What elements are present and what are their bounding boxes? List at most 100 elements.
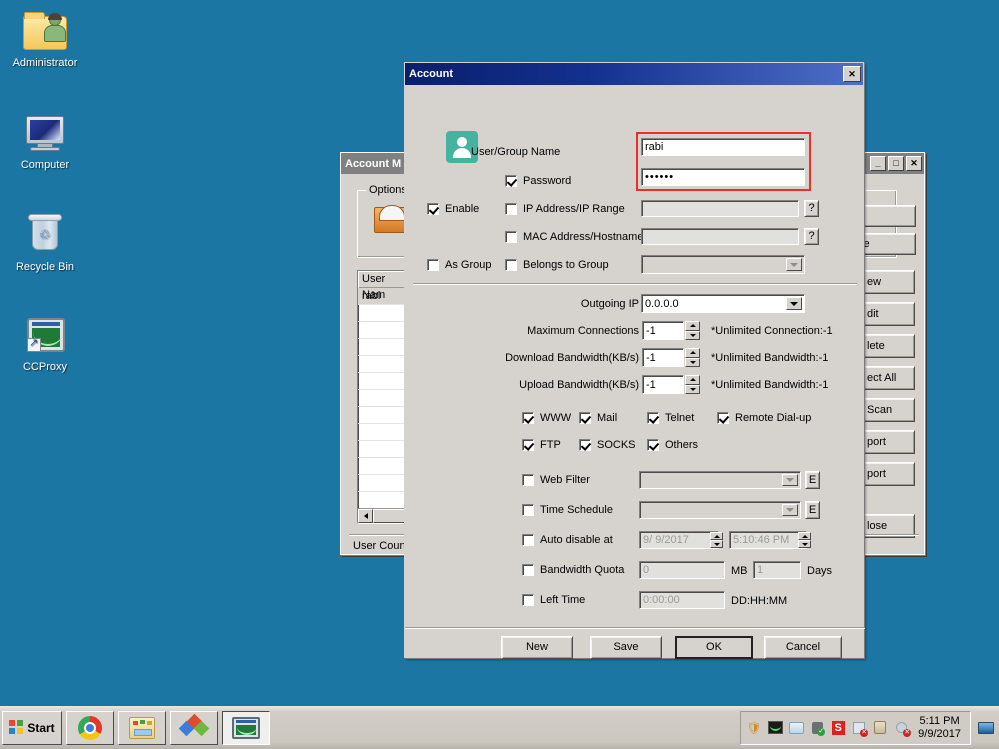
taskbar-item-paint-colors[interactable] <box>170 710 218 745</box>
user-group-name-input[interactable]: rabi <box>641 138 805 156</box>
chevron-down-icon[interactable] <box>786 297 802 310</box>
desktop-icon-administrator[interactable]: Administrator <box>0 10 90 70</box>
save-button[interactable]: Save <box>590 636 662 659</box>
auto-disable-checkbox[interactable] <box>522 534 534 546</box>
desktop-icon-ccproxy[interactable]: CCProxy <box>0 314 90 374</box>
auto-disable-checkbox-row[interactable]: Auto disable at <box>522 534 613 546</box>
clock[interactable]: 5:11 PM 9/9/2017 <box>914 715 965 741</box>
as-group-checkbox[interactable] <box>427 259 439 271</box>
web-filter-checkbox-row[interactable]: Web Filter <box>522 474 590 486</box>
password-input[interactable]: •••••• <box>641 168 805 186</box>
edit-button[interactable]: dit <box>863 302 915 326</box>
mail-checkbox[interactable] <box>579 412 591 424</box>
download-bandwidth-input[interactable]: -1 <box>642 348 684 367</box>
mac-address-checkbox-row[interactable]: MAC Address/Hostname <box>505 231 643 243</box>
volume-mute-icon[interactable]: ✕ <box>893 720 912 737</box>
mail-checkbox-row[interactable]: Mail <box>579 412 617 424</box>
spinner-down-icon[interactable] <box>685 384 700 394</box>
export-button[interactable]: port <box>863 430 915 454</box>
ccproxy-tray-icon[interactable] <box>767 720 783 736</box>
belongs-to-group-dropdown[interactable] <box>641 255 805 274</box>
bandwidth-quota-checkbox-row[interactable]: Bandwidth Quota <box>522 564 624 576</box>
spinner-up-icon[interactable] <box>710 532 723 540</box>
minimize-button[interactable]: _ <box>870 156 886 171</box>
as-group-checkbox-row[interactable]: As Group <box>427 259 491 271</box>
belongs-to-group-checkbox[interactable] <box>505 259 517 271</box>
web-filter-edit-button[interactable]: E <box>805 471 820 489</box>
bandwidth-quota-checkbox[interactable] <box>522 564 534 576</box>
mac-address-input[interactable] <box>641 228 799 245</box>
close-icon[interactable]: ✕ <box>843 66 861 82</box>
shield-icon[interactable]: 🛡 <box>746 720 762 736</box>
left-time-input[interactable]: 0:00:00 <box>639 591 725 609</box>
spinner-up-icon[interactable] <box>685 321 700 331</box>
remote-dial-up-checkbox-row[interactable]: Remote Dial-up <box>717 412 811 424</box>
chevron-down-icon[interactable] <box>782 504 798 516</box>
mac-address-checkbox[interactable] <box>505 231 517 243</box>
password-checkbox-row[interactable]: Password <box>505 175 571 187</box>
upload-bandwidth-spinner[interactable] <box>685 375 700 394</box>
system-tray[interactable]: 🛡 ✓ S ✕ ✕ 5:11 PM 9/9/2017 <box>740 710 971 745</box>
close-button[interactable]: ✕ <box>906 156 922 171</box>
auto-disable-time-spinner[interactable] <box>798 532 811 548</box>
web-filter-dropdown[interactable] <box>639 471 801 489</box>
delete-button[interactable]: lete <box>863 334 915 358</box>
desktop-icon-recycle-bin[interactable]: ♲ Recycle Bin <box>0 214 90 274</box>
max-connections-input[interactable]: -1 <box>642 321 684 340</box>
ip-address-help-button[interactable]: ? <box>804 200 819 217</box>
ftp-checkbox[interactable] <box>522 439 534 451</box>
network-error-icon[interactable]: ✕ <box>851 720 869 737</box>
ip-address-checkbox[interactable] <box>505 203 517 215</box>
time-schedule-checkbox-row[interactable]: Time Schedule <box>522 504 613 516</box>
ip-address-input[interactable] <box>641 200 799 217</box>
options-top-button[interactable] <box>856 205 916 227</box>
options-rule-button[interactable]: le <box>856 233 916 255</box>
chevron-down-icon[interactable] <box>786 258 802 271</box>
inbox-icon[interactable] <box>374 205 408 233</box>
scroll-left-arrow-icon[interactable] <box>358 509 373 523</box>
spinner-down-icon[interactable] <box>685 357 700 367</box>
account-dialog[interactable]: Account ✕ User/Group Name rabi Password … <box>404 62 865 659</box>
cancel-button[interactable]: Cancel <box>764 636 842 659</box>
telnet-checkbox-row[interactable]: Telnet <box>647 412 694 424</box>
taskbar-item-file-explorer[interactable] <box>118 710 166 745</box>
new-button[interactable]: ew <box>863 270 915 294</box>
bandwidth-quota-days-input[interactable]: 1 <box>753 561 801 579</box>
upload-bandwidth-input[interactable]: -1 <box>642 375 684 394</box>
plug-icon[interactable] <box>872 720 888 736</box>
enable-checkbox-row[interactable]: Enable <box>427 203 479 215</box>
spinner-up-icon[interactable] <box>685 375 700 385</box>
taskbar-item-ccproxy[interactable] <box>222 710 270 745</box>
select-all-button[interactable]: ect All <box>863 366 915 390</box>
bandwidth-quota-mb-input[interactable]: 0 <box>639 561 725 579</box>
usb-check-icon[interactable]: ✓ <box>809 720 826 736</box>
www-checkbox-row[interactable]: WWW <box>522 412 571 424</box>
telnet-checkbox[interactable] <box>647 412 659 424</box>
password-checkbox[interactable] <box>505 175 517 187</box>
spinner-up-icon[interactable] <box>798 532 811 540</box>
socks-checkbox-row[interactable]: SOCKS <box>579 439 636 451</box>
import-button[interactable]: port <box>863 462 915 486</box>
max-connections-spinner[interactable] <box>685 321 700 340</box>
ok-button[interactable]: OK <box>675 636 753 659</box>
belongs-to-group-checkbox-row[interactable]: Belongs to Group <box>505 259 609 271</box>
taskbar[interactable]: Start 🛡 ✓ S ✕ ✕ 5:11 PM 9/9/2017 <box>0 703 999 749</box>
others-checkbox[interactable] <box>647 439 659 451</box>
mac-address-help-button[interactable]: ? <box>804 228 819 245</box>
enable-checkbox[interactable] <box>427 203 439 215</box>
auto-disable-time-input[interactable]: 5:10:46 PM <box>729 531 807 549</box>
spinner-down-icon[interactable] <box>685 330 700 340</box>
disk-icon[interactable] <box>788 720 804 736</box>
download-bandwidth-spinner[interactable] <box>685 348 700 367</box>
ftp-checkbox-row[interactable]: FTP <box>522 439 561 451</box>
auto-scan-button[interactable]: Scan <box>863 398 915 422</box>
spinner-down-icon[interactable] <box>798 540 811 548</box>
left-time-checkbox-row[interactable]: Left Time <box>522 594 585 606</box>
taskbar-item-chrome[interactable] <box>66 710 114 745</box>
auto-disable-date-spinner[interactable] <box>710 532 723 548</box>
spinner-down-icon[interactable] <box>710 540 723 548</box>
others-checkbox-row[interactable]: Others <box>647 439 698 451</box>
time-schedule-dropdown[interactable] <box>639 501 801 519</box>
ip-address-checkbox-row[interactable]: IP Address/IP Range <box>505 203 625 215</box>
maximize-button[interactable]: □ <box>888 156 904 171</box>
